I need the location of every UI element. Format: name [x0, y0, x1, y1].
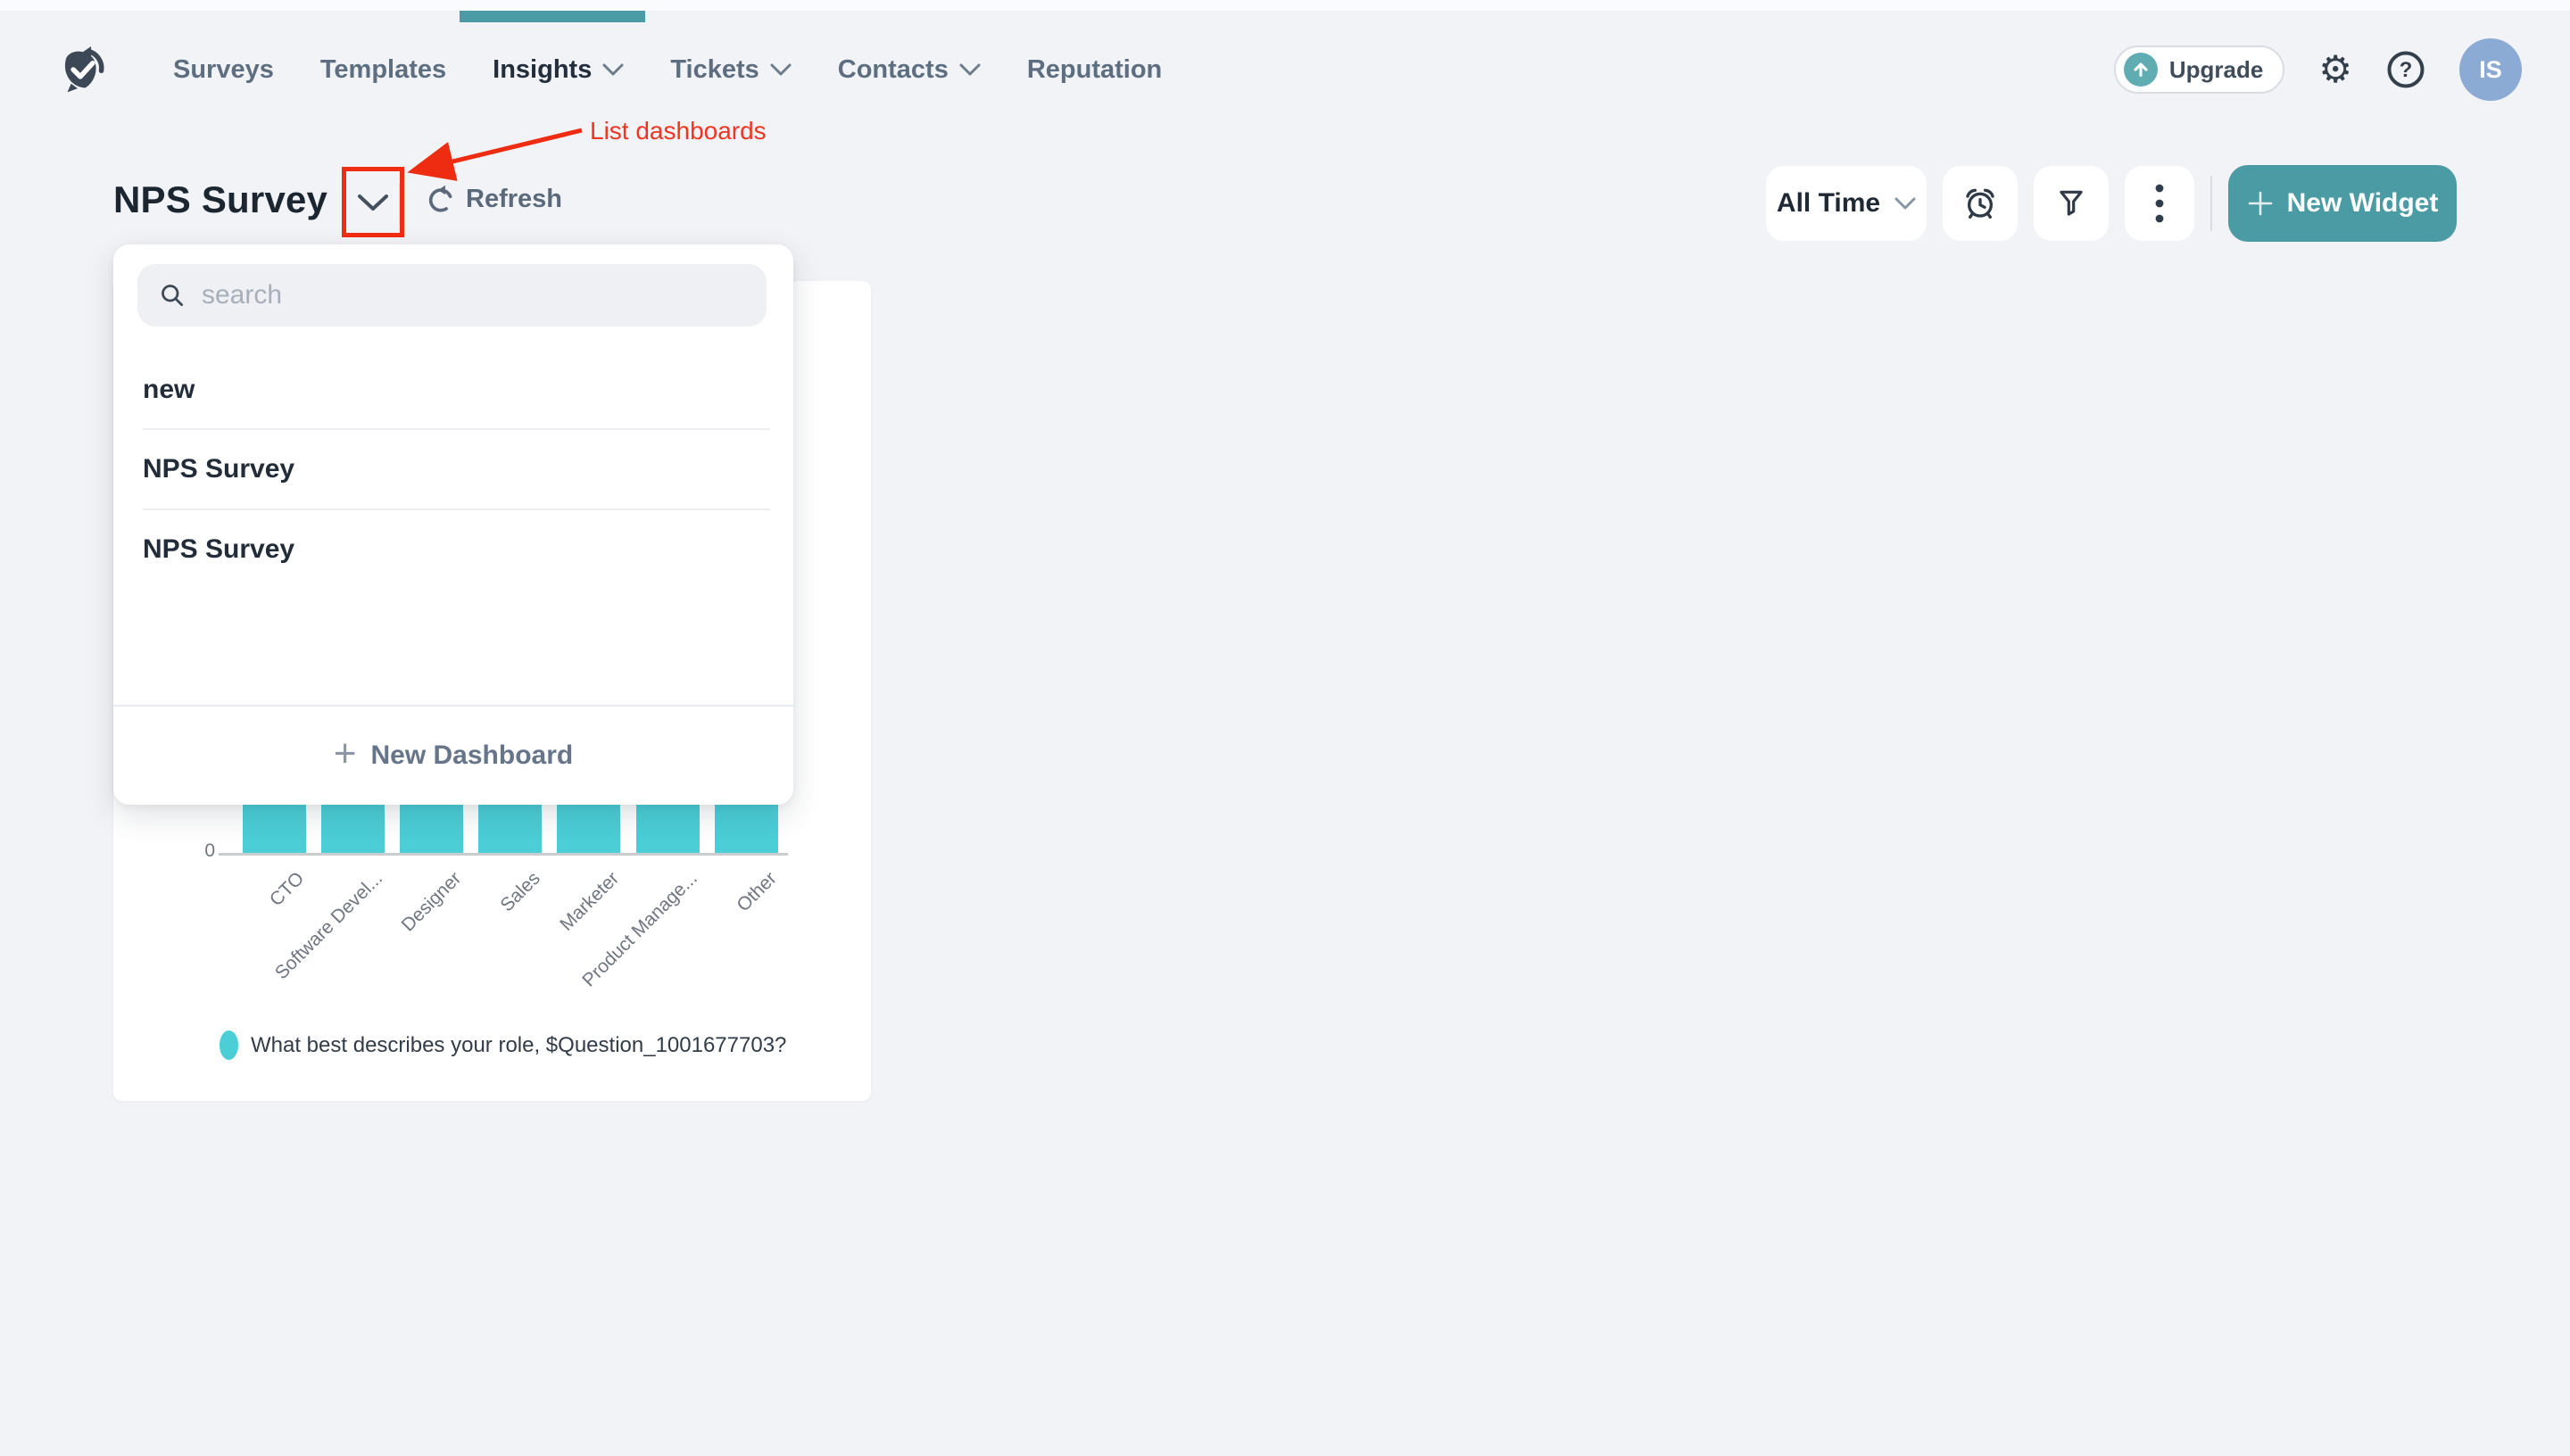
x-axis-label: Designer — [398, 868, 466, 936]
time-range-value: All Time — [1777, 188, 1880, 219]
new-widget-label: New Widget — [2287, 188, 2439, 219]
nav-item-tickets[interactable]: Tickets — [670, 55, 791, 85]
search-input[interactable] — [202, 280, 745, 310]
nav-item-contacts[interactable]: Contacts — [838, 55, 981, 85]
annotation-label: List dashboards — [590, 117, 767, 145]
more-options-button[interactable] — [2125, 166, 2194, 241]
dashboard-list-item[interactable]: NPS Survey — [113, 430, 793, 509]
dashboard-item-label: NPS Survey — [143, 454, 294, 484]
x-axis-label: Marketer — [556, 868, 624, 936]
nav-label: Templates — [320, 55, 446, 85]
upgrade-label: Upgrade — [2169, 56, 2263, 84]
svg-text:?: ? — [2400, 58, 2413, 82]
x-axis-label: CTO — [266, 868, 309, 911]
plus-icon — [2247, 190, 2274, 217]
app-logo-icon[interactable] — [57, 44, 109, 95]
nav-item-reputation[interactable]: Reputation — [1027, 55, 1162, 85]
nav-label: Contacts — [838, 55, 949, 85]
filter-funnel-icon — [2054, 186, 2088, 220]
dashboard-item-label: NPS Survey — [143, 534, 294, 565]
plus-icon: + — [334, 734, 357, 774]
dashboard-list-item[interactable]: NPS Survey — [113, 510, 793, 589]
legend-marker-icon — [220, 1030, 238, 1060]
dashboard-toolbar: All Time New Widget — [1766, 165, 2457, 242]
dashboard-dropdown-toggle[interactable] — [352, 184, 394, 223]
search-icon — [159, 282, 186, 309]
dashboards-dropdown-panel: new NPS Survey NPS Survey + New Dashboar… — [113, 244, 793, 805]
x-axis-label: Other — [733, 868, 781, 916]
new-dashboard-label: New Dashboard — [370, 740, 573, 771]
nav-item-insights[interactable]: Insights — [493, 55, 624, 85]
title-divider — [399, 183, 401, 225]
nav-label: Reputation — [1027, 55, 1162, 85]
schedule-report-button[interactable] — [1943, 166, 2018, 241]
toolbar-divider — [2210, 176, 2212, 231]
y-axis-tick: 0 — [185, 840, 215, 862]
refresh-icon — [426, 184, 456, 214]
nav-item-templates[interactable]: Templates — [320, 55, 446, 85]
alarm-clock-icon — [1962, 186, 1998, 221]
avatar[interactable]: IS — [2459, 38, 2522, 101]
page-title: NPS Survey — [113, 178, 327, 221]
dashboard-item-label: new — [143, 375, 195, 405]
navbar-right: Upgrade ⚙ ? IS — [2114, 11, 2522, 128]
nav-label: Surveys — [173, 55, 274, 85]
legend-label: What best describes your role, $Question… — [251, 1033, 786, 1058]
nav-label: Tickets — [670, 55, 759, 85]
chevron-down-icon — [959, 63, 981, 76]
dashboard-list-item[interactable]: new — [113, 351, 793, 429]
time-range-select[interactable]: All Time — [1766, 166, 1927, 241]
upgrade-arrow-icon — [2124, 53, 2158, 87]
legend-item[interactable]: What best describes your role, $Question… — [220, 1030, 786, 1060]
x-axis-label: Sales — [496, 868, 544, 916]
chevron-down-icon — [1894, 197, 1916, 210]
chevron-down-icon — [356, 193, 390, 212]
top-navbar: Surveys Templates Insights Tickets Conta… — [0, 11, 2570, 128]
refresh-label: Refresh — [466, 185, 562, 214]
nav-label: Insights — [493, 55, 592, 85]
chevron-down-icon — [770, 63, 792, 76]
x-axis-line — [219, 853, 788, 856]
refresh-button[interactable]: Refresh — [426, 184, 562, 214]
help-icon[interactable]: ? — [2386, 50, 2425, 89]
nav-items: Surveys Templates Insights Tickets Conta… — [173, 55, 1162, 85]
new-dashboard-button[interactable]: + New Dashboard — [113, 707, 793, 805]
dashboard-search — [137, 264, 767, 327]
filter-button[interactable] — [2034, 166, 2109, 241]
nav-item-surveys[interactable]: Surveys — [173, 55, 274, 85]
window-top-strip — [0, 0, 2570, 11]
kebab-menu-icon — [2154, 183, 2165, 224]
settings-gear-icon[interactable]: ⚙ — [2318, 51, 2352, 88]
new-widget-button[interactable]: New Widget — [2228, 165, 2457, 242]
chevron-down-icon — [602, 63, 624, 76]
upgrade-button[interactable]: Upgrade — [2114, 46, 2284, 94]
